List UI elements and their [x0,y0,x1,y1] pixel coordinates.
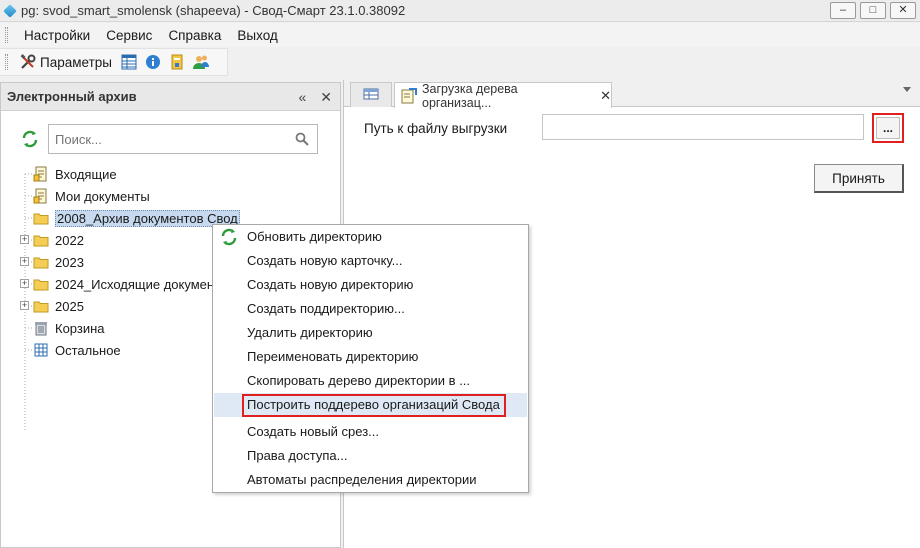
tab-table[interactable] [350,82,392,107]
archive-panel-title: Электронный архив [7,89,137,104]
document-icon [33,188,49,204]
archive-panel-header: Электронный архив « ✕ [1,83,340,111]
tree-item[interactable]: Мои документы [33,185,150,207]
maximize-button[interactable]: □ [860,2,886,19]
expand-icon[interactable]: + [20,279,29,288]
tree-item-label: 2024_Исходящие документы [55,276,230,292]
menu-item-new-slice[interactable]: Создать новый срез... [214,420,527,444]
app-logo-icon [3,3,17,18]
menu-item-label: Скопировать дерево директории в ... [247,373,471,388]
menu-help[interactable]: Справка [160,28,229,43]
tree-item[interactable]: Входящие [33,163,117,185]
menu-item-label: Построить поддерево организаций Свода [247,397,500,412]
refresh-icon [220,228,238,246]
expand-icon[interactable]: + [20,301,29,310]
folder-icon [33,298,49,314]
folder-icon [33,276,49,292]
document-icon [33,166,49,182]
tree-import-icon [401,87,417,104]
tree-item[interactable]: 2024_Исходящие документы [33,273,229,295]
tree-item-label: Мои документы [55,188,150,204]
table-icon[interactable] [120,53,138,71]
path-input[interactable] [542,114,864,140]
collapse-panel-button[interactable]: « [298,89,306,106]
menu-item-label: Удалить директорию [247,325,373,340]
menu-item-refresh-directory[interactable]: Обновить директорию [214,225,527,249]
tree-item[interactable]: 2023 [33,251,84,273]
table-icon [363,88,379,103]
context-menu: Обновить директорию Создать новую карточ… [212,224,529,493]
toolbar-grip [5,54,8,70]
tree-item-selected[interactable]: 2008_Архив документов Свод [33,207,240,229]
tree-item-label: Входящие [55,166,117,182]
menu-item-copy-tree[interactable]: Скопировать дерево директории в ... [214,369,527,393]
folder-icon [33,232,49,248]
menu-item-label: Права доступа... [247,448,348,463]
title-bar: pg: svod_smart_smolensk (shapeeva) - Сво… [0,0,920,22]
tab-bar: Загрузка дерева организац... ✕ [344,80,920,110]
tab-org-tree-import[interactable]: Загрузка дерева организац... ✕ [394,81,612,110]
menu-item-new-card[interactable]: Создать новую карточку... [214,249,527,273]
tree-item[interactable]: 2025 [33,295,84,317]
tabs-dropdown-icon[interactable] [903,87,911,92]
users-icon[interactable] [192,53,210,71]
menu-exit[interactable]: Выход [229,28,285,43]
folder-icon [33,254,49,270]
menu-item-label: Создать новую карточку... [247,253,403,268]
info-icon[interactable] [144,53,162,71]
menu-service[interactable]: Сервис [98,28,160,43]
tree-item-label: Корзина [55,320,105,336]
refresh-icon[interactable] [21,130,39,148]
grid-icon [33,342,49,358]
export-icon[interactable] [168,53,186,71]
expand-icon[interactable]: + [20,257,29,266]
menu-item-label: Создать новую директорию [247,277,414,292]
menu-item-label: Автоматы распределения директории [247,472,477,487]
close-button[interactable]: ✕ [890,2,916,19]
search-input[interactable] [55,131,285,147]
menu-bar: Настройки Сервис Справка Выход [0,23,920,47]
menu-item-new-directory[interactable]: Создать новую директорию [214,273,527,297]
parameters-button[interactable]: Параметры [16,53,112,71]
menu-item-label: Обновить директорию [247,229,382,244]
menu-grip [5,27,8,43]
tree-item-label: 2023 [55,254,84,270]
tree-item[interactable]: 2022 [33,229,84,251]
menu-item-build-org-subtree[interactable]: Построить поддерево организаций Свода [214,393,527,417]
browse-button[interactable]: ... [872,113,904,143]
close-panel-button[interactable]: ✕ [320,89,332,106]
tree-item-label: Остальное [55,342,121,358]
menu-item-access-rights[interactable]: Права доступа... [214,444,527,468]
tab-label: Загрузка дерева организац... [422,81,518,110]
search-field[interactable] [48,124,318,154]
menu-item-new-subdirectory[interactable]: Создать поддиректорию... [214,297,527,321]
window-title: pg: svod_smart_smolensk (shapeeva) - Сво… [21,3,406,18]
toolbar: Параметры [0,48,228,76]
menu-item-label: Переименовать директорию [247,349,419,364]
tree-item-label: 2022 [55,232,84,248]
browse-button-inner: ... [876,117,900,139]
accept-button[interactable]: Принять [814,164,904,193]
parameters-label: Параметры [40,54,112,70]
menu-settings[interactable]: Настройки [16,28,98,43]
search-icon[interactable] [295,132,309,149]
expand-icon[interactable]: + [20,235,29,244]
tree-item[interactable]: Остальное [33,339,121,361]
menu-item-distribution-automata[interactable]: Автоматы распределения директории [214,468,527,492]
path-label: Путь к файлу выгрузки [364,121,508,136]
menu-item-rename-directory[interactable]: Переименовать директорию [214,345,527,369]
menu-item-label: Создать новый срез... [247,424,380,439]
minimize-button[interactable]: – [830,2,856,19]
tools-icon [19,53,37,71]
tree-item-label: 2025 [55,298,84,314]
menu-item-delete-directory[interactable]: Удалить директорию [214,321,527,345]
folder-icon [33,210,49,226]
trash-icon [33,320,49,336]
tree-item[interactable]: Корзина [33,317,105,339]
tab-close-button[interactable]: ✕ [600,88,611,104]
menu-item-label: Создать поддиректорию... [247,301,405,316]
